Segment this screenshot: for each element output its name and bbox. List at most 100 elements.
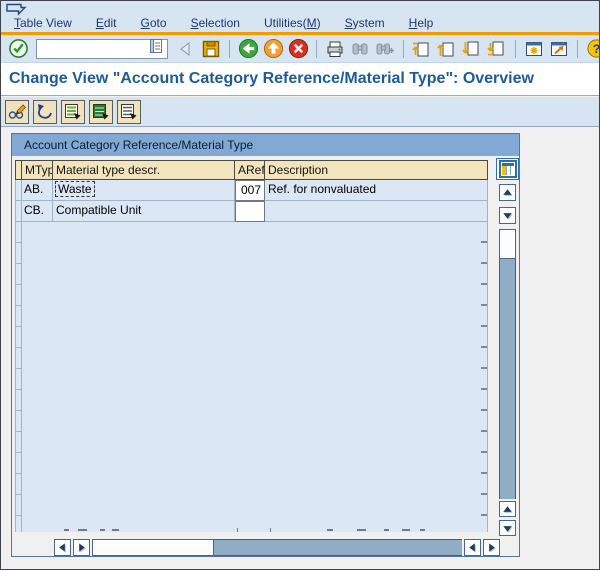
page-title: Change View "Account Category Reference/…	[9, 70, 534, 87]
toolbar-separator	[403, 39, 404, 58]
menu-item-table-view[interactable]: Table View	[14, 16, 72, 30]
row-selector-cell[interactable]	[15, 285, 22, 306]
scroll-left-button[interactable]	[54, 539, 71, 556]
undo-button[interactable]	[33, 99, 57, 124]
table-rows: AB. Waste 007 Ref. for nonvaluated CB. Compat…	[15, 180, 488, 222]
column-header-material-type-descr[interactable]: Material type descr.	[53, 160, 235, 180]
column-header-aref[interactable]: ARef	[235, 160, 265, 180]
row-selector-cell[interactable]	[15, 348, 22, 369]
menu-item-goto[interactable]: Goto	[141, 16, 167, 30]
clipped-row-artifact	[237, 528, 238, 532]
svg-text:?: ?	[592, 42, 600, 56]
row-selector-cell[interactable]	[15, 264, 22, 285]
scroll-up-button[interactable]	[499, 184, 516, 201]
row-selector-cell[interactable]	[15, 201, 22, 222]
cell-mtyp[interactable]: CB.	[22, 201, 53, 222]
last-page-icon[interactable]	[486, 38, 508, 60]
cell-mtyp[interactable]: AB.	[22, 180, 53, 201]
first-page-icon[interactable]	[411, 38, 433, 60]
scroll-page-down-button[interactable]	[499, 520, 516, 536]
table-title: Account Category Reference/Material Type	[12, 134, 519, 156]
column-header-mtyp[interactable]: MTyp	[22, 160, 53, 180]
find-icon[interactable]	[349, 38, 371, 60]
create-shortcut-icon[interactable]	[548, 38, 570, 60]
scroll-page-right-button[interactable]	[483, 539, 500, 556]
clipped-row-artifact	[327, 529, 333, 531]
toolbar-separator	[316, 39, 317, 58]
page-up-icon[interactable]	[436, 38, 458, 60]
back-icon[interactable]	[237, 38, 259, 60]
scroll-right-button[interactable]	[73, 539, 90, 556]
select-block-button[interactable]	[89, 99, 113, 124]
row-selector-cell[interactable]	[15, 474, 22, 495]
sap-gui-window: Table View Edit Goto Selection Utilities(M) S…	[0, 0, 600, 570]
hide-command-field-icon[interactable]	[175, 38, 197, 60]
cell-material-type-descr[interactable]: Waste	[53, 180, 235, 201]
menu-item-help[interactable]: Help	[409, 16, 434, 30]
page-down-icon[interactable]	[461, 38, 483, 60]
enter-check-button[interactable]	[7, 38, 29, 60]
clipped-row-artifact	[100, 529, 105, 531]
cell-text: Compatible Unit	[56, 203, 142, 217]
find-next-icon[interactable]	[374, 38, 396, 60]
row-selector-cell[interactable]	[15, 306, 22, 327]
row-selector-cell[interactable]	[15, 369, 22, 390]
cancel-icon[interactable]	[287, 38, 309, 60]
title-bar: Change View "Account Category Reference/…	[1, 63, 599, 96]
row-selector-cell[interactable]	[15, 411, 22, 432]
toolbar-separator	[229, 39, 230, 58]
sap-control-menu-icon[interactable]	[5, 2, 27, 16]
cell-aref-input[interactable]	[235, 201, 265, 222]
row-selector-cell[interactable]	[15, 243, 22, 264]
row-boundary-ticks	[481, 180, 487, 532]
save-icon[interactable]	[200, 38, 222, 60]
menu-item-edit[interactable]: Edit	[96, 16, 117, 30]
command-field-wrap	[36, 38, 168, 59]
row-selector-cell[interactable]	[15, 180, 22, 201]
scroll-down-button[interactable]	[499, 207, 516, 224]
exit-icon[interactable]	[262, 38, 284, 60]
vertical-scrollbar-thumb[interactable]	[499, 229, 516, 259]
horizontal-scrollbar-thumb[interactable]	[92, 539, 214, 556]
screen-body: Account Category Reference/Material Type…	[1, 128, 599, 569]
display-change-toggle-button[interactable]	[5, 99, 29, 124]
clipped-row-artifact	[64, 529, 69, 531]
menu-item-selection[interactable]: Selection	[191, 16, 240, 30]
help-icon[interactable]: ?	[585, 38, 600, 60]
cell-description[interactable]	[265, 201, 488, 222]
clipped-row-artifact	[270, 528, 271, 532]
command-field[interactable]	[37, 40, 149, 57]
select-all-button[interactable]	[61, 99, 85, 124]
clipped-row-artifact	[112, 529, 119, 531]
row-selector-cell[interactable]	[15, 432, 22, 453]
menu-item-system[interactable]: System	[345, 16, 385, 30]
clipped-row-artifact	[78, 529, 87, 531]
table-row: AB. Waste 007 Ref. for nonvaluated	[15, 180, 488, 201]
row-selector-cell[interactable]	[15, 390, 22, 411]
print-icon[interactable]	[324, 38, 346, 60]
cell-material-type-descr[interactable]: Compatible Unit	[53, 201, 235, 222]
row-selector-cell[interactable]	[15, 453, 22, 474]
row-selector-cell[interactable]	[15, 327, 22, 348]
scroll-page-left-button[interactable]	[464, 539, 481, 556]
new-session-icon[interactable]	[523, 38, 545, 60]
cell-text: Waste	[55, 181, 95, 197]
row-selector-cell[interactable]	[15, 222, 22, 243]
table-control: Account Category Reference/Material Type…	[11, 133, 520, 557]
clipped-row-artifact	[384, 529, 389, 531]
command-list-icon[interactable]	[149, 38, 163, 59]
row-selector-cell[interactable]	[15, 495, 22, 516]
deselect-all-button[interactable]	[117, 99, 141, 124]
vertical-scrollbar-track[interactable]	[499, 229, 516, 499]
cell-description[interactable]: Ref. for nonvaluated	[265, 180, 488, 201]
column-header-description[interactable]: Description	[265, 160, 488, 180]
row-selector-strip	[15, 180, 22, 532]
row-selector-cell[interactable]	[15, 516, 22, 532]
selector-header-cell[interactable]	[15, 160, 22, 180]
table-settings-icon[interactable]	[496, 158, 519, 180]
scroll-page-up-button[interactable]	[499, 501, 516, 517]
menu-item-utilities-m[interactable]: Utilities(M)	[264, 16, 321, 30]
menu-items: Table View Edit Goto Selection Utilities(M) S…	[14, 16, 433, 30]
toolbar-separator	[515, 39, 516, 58]
cell-aref-input[interactable]: 007	[235, 180, 265, 201]
